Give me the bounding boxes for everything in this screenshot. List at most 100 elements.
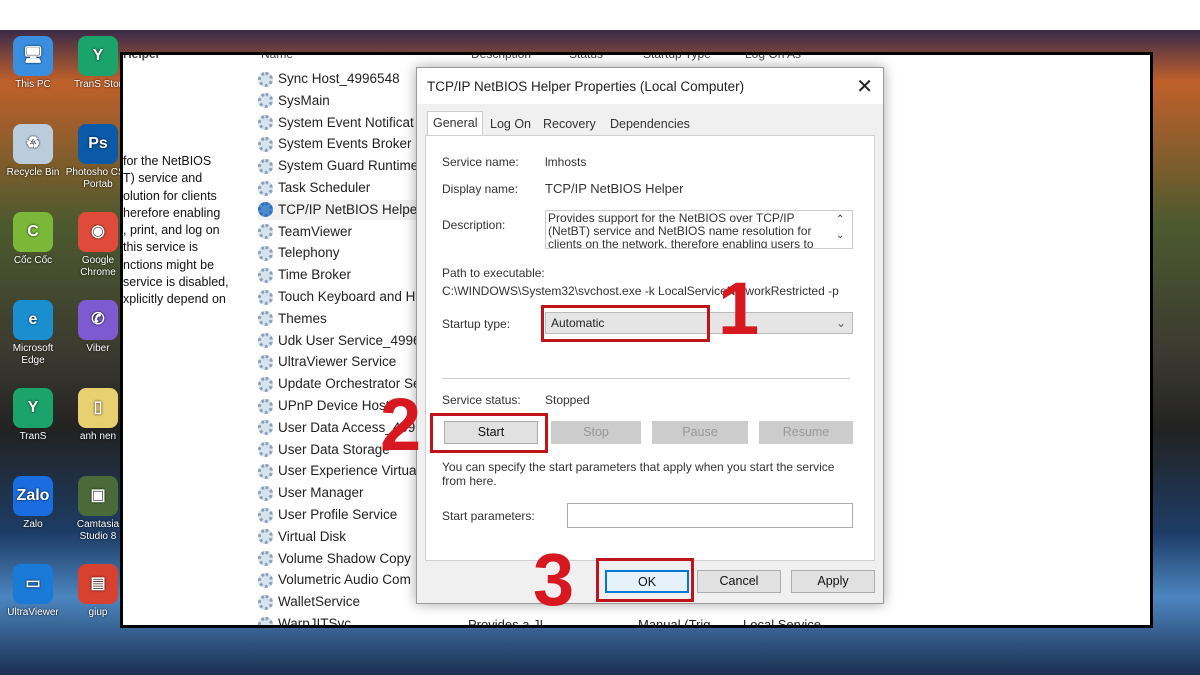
display-name-value: TCP/IP NetBIOS Helper: [545, 181, 684, 196]
gear-icon: [258, 93, 273, 109]
gear-icon: [258, 551, 273, 567]
desktop-icon-label: Zalo: [23, 519, 43, 530]
service-row[interactable]: TCP/IP NetBIOS Helper: [258, 199, 423, 220]
app-icon: ▣: [78, 476, 118, 516]
service-row[interactable]: TeamViewer: [258, 222, 423, 242]
column-header-log-on-as[interactable]: Log On As: [745, 55, 801, 61]
service-row[interactable]: UltraViewer Service: [258, 352, 423, 372]
service-row[interactable]: Sync Host_4996548: [258, 69, 423, 89]
desktop-icon-label: Recycle Bin: [6, 167, 60, 178]
path-label: Path to executable:: [442, 266, 545, 280]
service-row[interactable]: WalletService: [258, 592, 423, 612]
service-name: SysMain: [278, 92, 330, 108]
description-line: for the NetBIOS: [123, 154, 212, 168]
app-icon: C: [13, 212, 53, 252]
service-name: System Events Broker: [278, 136, 412, 152]
service-row[interactable]: System Event Notificat: [258, 113, 423, 133]
service-row[interactable]: System Events Broker: [258, 134, 423, 154]
tab-dependencies[interactable]: Dependencies: [605, 113, 695, 135]
service-row[interactable]: System Guard Runtime: [258, 156, 423, 176]
service-row[interactable]: Task Scheduler: [258, 178, 423, 198]
service-name: Volumetric Audio Com: [278, 572, 411, 588]
service-name: System Event Notificat: [278, 114, 414, 130]
highlight-startup-type: [541, 305, 710, 342]
column-header-name[interactable]: Name: [261, 55, 293, 61]
gear-icon: [258, 267, 273, 283]
column-header-status[interactable]: Status: [569, 55, 603, 61]
highlight-start-button: [430, 413, 548, 453]
app-icon: Zalo: [13, 476, 53, 516]
service-row[interactable]: Volume Shadow Copy: [258, 549, 423, 569]
display-name-label: Display name:: [442, 182, 519, 196]
description-line: herefore enabling: [123, 205, 221, 220]
service-name: User Profile Service: [278, 507, 398, 522]
tab-general[interactable]: General: [427, 111, 484, 136]
service-row[interactable]: Udk User Service_49965: [258, 331, 423, 351]
desktop-icon-label: UltraViewer: [7, 607, 59, 618]
start-parameters-input[interactable]: [567, 503, 853, 528]
column-header-description[interactable]: Description: [471, 55, 531, 61]
app-icon: ✆: [78, 300, 118, 340]
description-scrollbar[interactable]: ⌃ ⌄: [836, 212, 844, 244]
service-name: System Guard Runtime: [278, 158, 419, 174]
service-row[interactable]: Time Broker: [258, 265, 423, 285]
gear-icon: [258, 71, 273, 87]
description-box[interactable]: Provides support for the NetBIOS over TC…: [545, 210, 853, 249]
desktop-icon[interactable]: Y TranS: [0, 388, 66, 443]
tab-recovery[interactable]: Recovery: [538, 113, 601, 135]
service-name: Udk User Service_49965: [278, 332, 423, 348]
stop-button[interactable]: Stop: [551, 421, 641, 444]
service-name: Time Broker: [278, 267, 352, 283]
service-row[interactable]: Telephony: [258, 243, 423, 263]
gear-icon: [258, 616, 273, 625]
service-row[interactable]: Volumetric Audio Com: [258, 570, 423, 590]
apply-button[interactable]: Apply: [791, 570, 875, 593]
service-name: Touch Keyboard and H: [278, 289, 416, 304]
service-name: Virtual Disk: [278, 528, 347, 544]
description-line: olution for clients: [123, 188, 217, 203]
service-row[interactable]: SysMain: [258, 91, 423, 111]
pause-button[interactable]: Pause: [652, 421, 748, 444]
service-row[interactable]: Virtual Disk: [258, 527, 423, 547]
step-3-label: 3: [533, 538, 575, 621]
desktop-icon[interactable]: e Microsoft Edge: [0, 300, 66, 367]
service-row[interactable]: WarpJITSvc: [258, 614, 423, 625]
description-line: service is disabled,: [123, 275, 229, 290]
column-header-startup-type[interactable]: Startup Type: [643, 55, 711, 61]
description-line: nctions might be: [123, 257, 215, 272]
service-row[interactable]: User Manager: [258, 483, 423, 503]
service-name: Task Scheduler: [278, 180, 371, 195]
desktop-icon[interactable]: Zalo Zalo: [0, 476, 66, 531]
desktop-icon[interactable]: ▭ UltraViewer: [0, 564, 66, 619]
gear-icon: [258, 115, 273, 131]
app-icon: Ps: [78, 124, 118, 164]
detail-title: Helper: [123, 52, 161, 61]
row-log-on-as: Local Service: [743, 617, 822, 628]
top-band: [0, 0, 1200, 30]
gear-icon: [258, 354, 273, 370]
gear-icon: [258, 463, 273, 479]
desktop-icon[interactable]: 🖥 This PC: [0, 36, 66, 91]
desktop-icon-label: Microsoft Edge: [12, 343, 54, 366]
start-parameters-label: Start parameters:: [442, 509, 535, 523]
tab-log-on[interactable]: Log On: [485, 113, 536, 135]
desktop-icon[interactable]: C Cốc Cốc: [0, 212, 66, 267]
resume-button[interactable]: Resume: [759, 421, 853, 444]
service-description: for the NetBIOS T) service and olution for…: [123, 153, 253, 309]
service-name: TeamViewer: [278, 223, 353, 239]
service-status-label: Service status:: [442, 393, 521, 407]
cancel-button[interactable]: Cancel: [697, 570, 781, 593]
general-panel: Service name: lmhosts Display name: TCP/…: [425, 135, 875, 561]
service-row[interactable]: Touch Keyboard and H: [258, 287, 423, 307]
gear-icon: [258, 529, 273, 545]
service-row[interactable]: User Profile Service: [258, 505, 423, 525]
gear-icon: [258, 224, 273, 240]
gear-icon: [258, 485, 273, 501]
close-icon[interactable]: ✕: [856, 74, 873, 99]
description-label: Description:: [442, 218, 506, 232]
desktop-icon-label: This PC: [15, 79, 51, 90]
service-name-label: Service name:: [442, 155, 519, 169]
service-row[interactable]: Themes: [258, 309, 423, 329]
service-name: UPnP Device Host: [278, 398, 390, 413]
desktop-icon[interactable]: ♻ Recycle Bin: [0, 124, 66, 179]
